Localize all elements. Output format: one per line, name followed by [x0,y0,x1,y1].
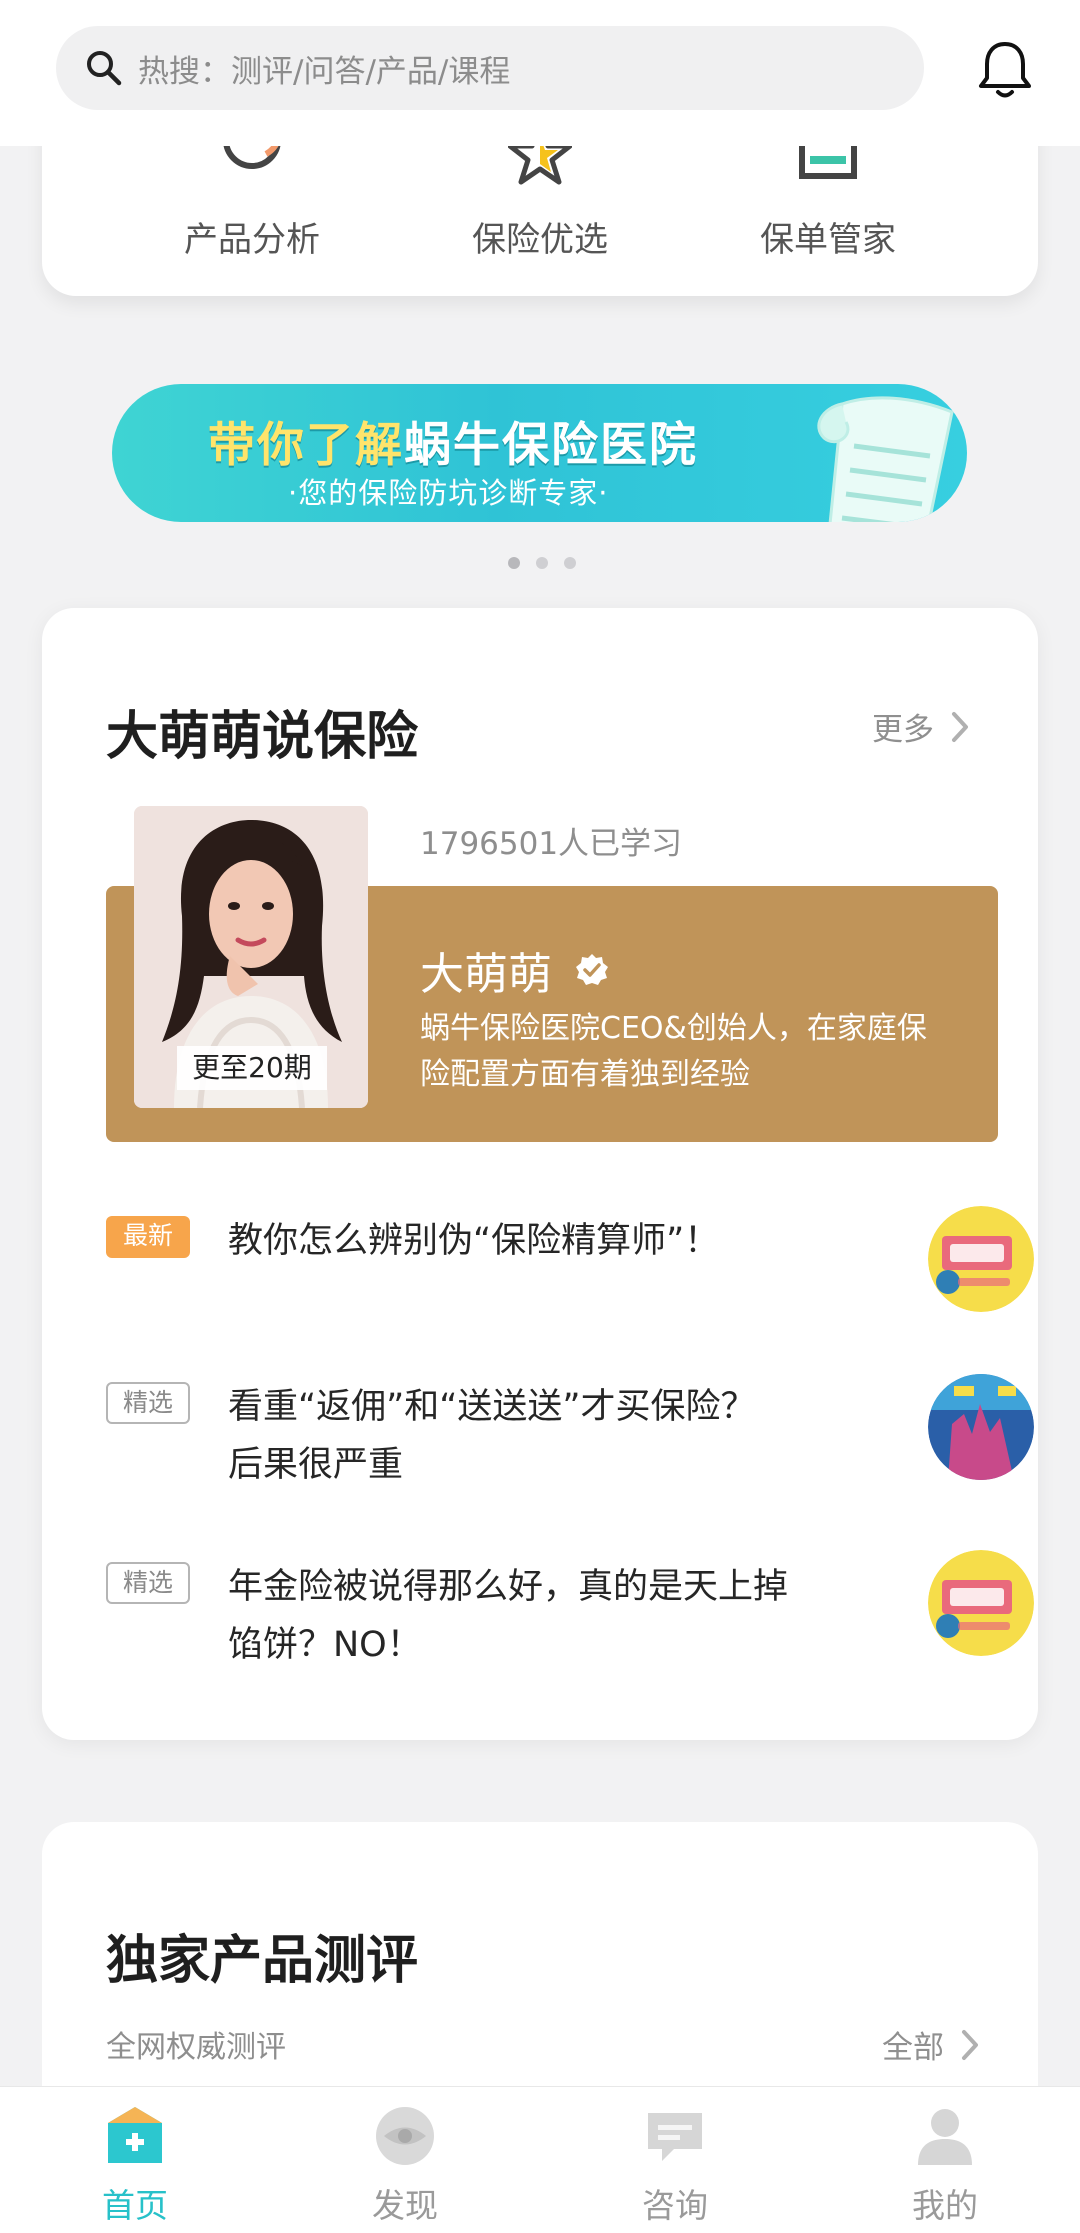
episode-badge: 更至20期 [177,1046,327,1090]
bell-icon[interactable] [972,36,1038,102]
chat-icon [648,2113,702,2161]
article-title: 看重“返佣”和“送送送”才买保险？后果很严重 [228,1387,756,1485]
article-tag-pick: 精选 [106,1562,190,1604]
banner-title-part1: 带你了解 [208,418,404,473]
quick-item-label: 保单管家 [760,220,896,260]
section-subtitle: 全网权威测评 [106,2030,286,2065]
article-title: 教你怎么辨别伪“保险精算师”！ [228,1221,720,1261]
carousel-indicator[interactable] [508,557,576,569]
article-thumbnail [928,1550,1034,1656]
search-placeholder: 热搜：测评/问答/产品/课程 [138,53,511,90]
document-icon [799,140,857,179]
gauge-icon [223,140,281,169]
carousel-dot[interactable] [536,557,548,569]
user-icon [918,2109,972,2165]
all-link[interactable]: 全部 [882,2022,980,2067]
host-name: 大萌萌 [420,938,610,1002]
featured-course-card: 大萌萌说保险 更多 1796501人已学习 更至20期 大萌萌 蜗牛保险医院CE… [42,608,1038,1740]
article-title: 年金险被说得那么好，真的是天上掉馅饼？NO！ [228,1567,789,1665]
nav-mine[interactable]: 我的 [810,2087,1080,2233]
star-icon [508,140,572,185]
learner-count: 1796501人已学习 [420,826,683,862]
nav-label: 发现 [372,2186,438,2225]
top-bar: 热搜：测评/问答/产品/课程 [0,0,1080,146]
verified-badge-icon [576,954,608,985]
host-description: 蜗牛保险医院CEO&创始人，在家庭保险配置方面有着独到经验 [420,1011,927,1092]
bottom-nav: 首页 发现 咨询 我的 [0,2086,1080,2233]
chevron-right-icon [962,2029,978,2060]
eye-icon [376,2107,434,2165]
all-label: 全部 [882,2030,944,2066]
article-thumbnail [928,1206,1034,1312]
section-title: 独家产品测评 [106,1931,419,1991]
banner-title-part2: 蜗牛保险医院 [404,418,698,473]
nav-label: 咨询 [642,2186,708,2225]
section-title: 大萌萌说保险 [106,707,419,767]
host-name-text: 大萌萌 [420,949,552,1000]
nav-discover[interactable]: 发现 [270,2087,540,2233]
search-icon [87,51,122,86]
nav-consult[interactable]: 咨询 [540,2087,810,2233]
carousel-dot[interactable] [564,557,576,569]
nav-label: 首页 [102,2186,168,2225]
home-icon [108,2107,162,2163]
article-tag-new: 最新 [106,1216,190,1258]
chevron-right-icon [952,711,968,742]
article-tag-pick: 精选 [106,1382,190,1424]
nav-label: 我的 [912,2186,978,2225]
carousel-dot[interactable] [508,557,520,569]
article-thumbnail [928,1374,1034,1480]
promo-banner[interactable]: 带你了解蜗牛保险医院 ·您的保险防坑诊断专家· [112,384,967,522]
banner-subtitle: ·您的保险防坑诊断专家· [288,476,609,510]
banner-title: 带你了解蜗牛保险医院 [208,406,698,475]
nav-home[interactable]: 首页 [0,2087,270,2233]
search-bar[interactable]: 热搜：测评/问答/产品/课程 [56,26,924,110]
quick-item-label: 产品分析 [184,220,320,260]
receipt-illustration-icon [817,396,954,522]
more-link[interactable]: 更多 [872,704,970,749]
quick-item-label: 保险优选 [472,220,608,260]
more-label: 更多 [872,712,934,748]
